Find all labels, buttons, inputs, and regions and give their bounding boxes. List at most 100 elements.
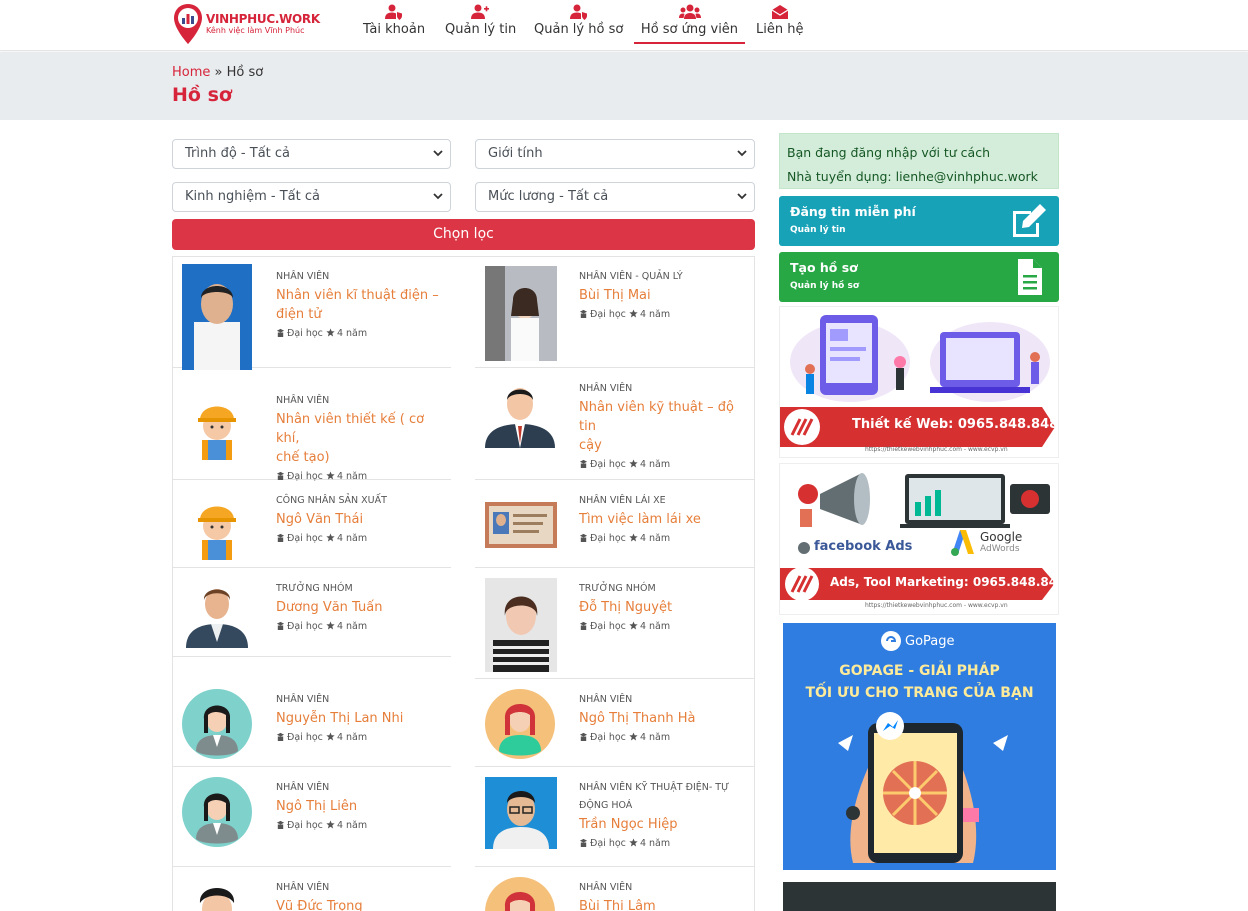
candidate-name-line: điện tử	[276, 307, 322, 322]
candidate-card[interactable]: NHÂN VIÊNVũ Đức TrọngĐại học 4 năm	[172, 867, 451, 911]
candidate-avatar[interactable]	[485, 266, 557, 361]
candidate-avatar[interactable]	[182, 390, 254, 462]
nav-ho-so-ung-vien[interactable]: Hồ sơ ứng viên	[634, 4, 745, 44]
experience-select[interactable]: Kinh nghiệm - Tất cả	[172, 182, 451, 212]
candidate-name-link[interactable]: Nhân viên kĩ thuật điện – điện tử	[276, 286, 446, 324]
post-job-button[interactable]: Đăng tin miễn phí Quản lý tin	[779, 196, 1059, 246]
web-design-illustration	[780, 315, 1058, 457]
candidate-card[interactable]: TRƯỞNG NHÓM Dương Văn Tuấn Đại học 4 năm	[172, 568, 451, 657]
graduation-icon	[276, 328, 285, 337]
candidate-name-link[interactable]: Trần Ngọc Hiệp	[579, 815, 749, 834]
candidate-info: NHÂN VIÊN KỸ THUẬT ĐIỆN- TỰ ĐỘNG HOÁ Trần…	[579, 779, 749, 849]
candidate-name-line: chế tạo)	[276, 450, 330, 465]
candidate-card[interactable]: NHÂN VIÊN Nhân viên kĩ thuật điện – điện t…	[172, 256, 451, 370]
candidate-role: NHÂN VIÊN	[276, 395, 330, 406]
candidate-name-link[interactable]: Tìm việc làm lái xe	[579, 510, 749, 529]
candidate-meta: Đại học 4 năm	[276, 732, 446, 743]
star-icon	[326, 820, 335, 829]
candidate-card[interactable]: CÔNG NHÂN SẢN XUẤT Ngô Văn Thái Đại học 4 …	[172, 480, 451, 568]
candidate-name-link[interactable]: Nguyễn Thị Lan Nhi	[276, 709, 446, 728]
candidate-card[interactable]: NHÂN VIÊN Ngô Thị Thanh Hà Đại học 4 năm	[475, 679, 755, 767]
candidate-avatar[interactable]	[182, 490, 254, 562]
breadcrumb-current: Hồ sơ	[226, 65, 264, 80]
candidate-info: NHÂN VIÊN Nhân viên kĩ thuật điện – điện t…	[276, 268, 446, 339]
candidate-card[interactable]: TRƯỞNG NHÓM Đỗ Thị Nguyệt Đại học 4 năm	[475, 568, 755, 679]
site-logo[interactable]: VINHPHUC.WORK Kênh việc làm Vĩnh Phúc	[172, 3, 320, 45]
gender-select-value: Giới tính	[488, 146, 543, 161]
candidate-name-link[interactable]: Bùi Thị Mai	[579, 286, 749, 305]
candidate-card[interactable]: NHÂN VIÊNBùi Thị LâmĐại học 4 năm	[475, 867, 755, 911]
candidate-education: Đại học	[287, 820, 323, 831]
candidate-card[interactable]: NHÂN VIÊN Nhân viên thiết kế ( cơ khí, chế…	[172, 380, 451, 482]
education-select[interactable]: Trình độ - Tất cả	[172, 139, 451, 169]
candidate-avatar[interactable]	[182, 777, 254, 849]
candidate-name-link[interactable]: Ngô Thị Thanh Hà	[579, 709, 749, 728]
candidate-avatar[interactable]	[182, 578, 254, 650]
candidate-name-link[interactable]: Vũ Đức Trọng	[276, 897, 446, 911]
candidate-info: TRƯỞNG NHÓM Dương Văn Tuấn Đại học 4 năm	[276, 580, 446, 632]
candidate-card[interactable]: NHÂN VIÊN Nhân viên kỹ thuật – độ tin cậy Đ…	[475, 368, 755, 480]
nav-tai-khoan[interactable]: Tài khoản	[363, 4, 425, 44]
filter-submit-button[interactable]: Chọn lọc	[172, 219, 755, 250]
gender-select[interactable]: Giới tính	[475, 139, 755, 169]
nav-quan-ly-tin[interactable]: Quản lý tin	[445, 4, 516, 44]
user-shield-icon	[569, 4, 587, 20]
chevron-down-icon	[433, 193, 443, 200]
candidate-name-link[interactable]: Dương Văn Tuấn	[276, 598, 446, 617]
nav-lien-he[interactable]: Liên hệ	[756, 4, 803, 44]
candidate-education: Đại học	[590, 838, 626, 849]
candidate-role: TRƯỞNG NHÓM	[579, 583, 656, 594]
gopage-headline-2: TỐI ƯU CHO TRANG CỦA BẠN	[805, 685, 1034, 701]
gopage-ad-banner[interactable]: GoPage GOPAGE - GIẢI PHÁP TỐI ƯU CHO TRA…	[783, 623, 1056, 870]
candidate-experience: 4 năm	[639, 459, 671, 470]
candidate-name-line: Vũ Đức Trọng	[276, 899, 363, 911]
candidate-name-link[interactable]: Ngô Thị Liên	[276, 797, 446, 816]
graduation-icon	[276, 820, 285, 829]
candidate-card[interactable]: NHÂN VIÊN Nguyễn Thị Lan Nhi Đại học 4 năm	[172, 679, 451, 767]
candidate-avatar[interactable]	[485, 490, 557, 562]
candidate-name-link[interactable]: Ngô Văn Thái	[276, 510, 446, 529]
candidate-info: NHÂN VIÊN Nguyễn Thị Lan Nhi Đại học 4 năm	[276, 691, 446, 743]
nav-label: Tài khoản	[363, 22, 426, 37]
candidate-name-line: Nhân viên kĩ thuật điện –	[276, 288, 439, 303]
graduation-icon	[276, 621, 285, 630]
candidate-card[interactable]: NHÂN VIÊN - QUẢN LÝ Bùi Thị Mai Đại học 4 …	[475, 256, 755, 368]
candidate-role: NHÂN VIÊN - QUẢN LÝ	[579, 271, 683, 282]
candidate-card[interactable]: NHÂN VIÊN Ngô Thị Liên Đại học 4 năm	[172, 767, 451, 867]
candidate-avatar[interactable]	[182, 877, 254, 911]
candidate-avatar[interactable]	[485, 378, 557, 450]
candidate-experience: 4 năm	[639, 732, 671, 743]
marketing-ad-banner[interactable]: facebook Ads Google AdWords Ads, Tool Ma…	[779, 463, 1059, 615]
web-design-ad-banner[interactable]: Thiết kế Web: 0965.848.848 https://thiet…	[779, 306, 1059, 458]
candidate-meta: Đại học 4 năm	[579, 459, 749, 470]
candidate-name-link[interactable]: Bùi Thị Lâm	[579, 897, 749, 911]
candidate-avatar[interactable]	[485, 777, 557, 849]
candidate-avatar[interactable]	[182, 264, 254, 370]
candidate-name-line: Đỗ Thị Nguyệt	[579, 600, 673, 615]
create-profile-button[interactable]: Tạo hồ sơ Quản lý hồ sơ	[779, 252, 1059, 302]
candidate-name-line: Tìm việc làm lái xe	[579, 512, 701, 527]
candidate-meta: Đại học 4 năm	[579, 732, 749, 743]
post-job-title: Đăng tin miễn phí	[790, 204, 916, 219]
file-text-icon	[1018, 259, 1042, 295]
candidate-name-link[interactable]: Đỗ Thị Nguyệt	[579, 598, 749, 617]
nav-quan-ly-ho-so[interactable]: Quản lý hồ sơ	[534, 4, 623, 44]
candidate-info: CÔNG NHÂN SẢN XUẤT Ngô Văn Thái Đại học 4 …	[276, 492, 446, 544]
candidate-avatar[interactable]	[485, 689, 557, 761]
candidate-avatar[interactable]	[182, 689, 254, 761]
candidate-card[interactable]: NHÂN VIÊN LÁI XE Tìm việc làm lái xe Đại h…	[475, 480, 755, 568]
candidate-name-link[interactable]: Nhân viên thiết kế ( cơ khí, chế tạo)	[276, 410, 446, 467]
brand-tagline: Kênh việc làm Vĩnh Phúc	[206, 26, 305, 35]
candidate-name-line: Nhân viên kỹ thuật – độ tin	[579, 400, 734, 434]
candidate-experience: 4 năm	[639, 309, 671, 320]
candidate-name-link[interactable]: Nhân viên kỹ thuật – độ tin cậy	[579, 398, 749, 455]
candidate-avatar[interactable]	[485, 578, 557, 672]
candidate-avatar[interactable]	[485, 877, 557, 911]
candidate-card[interactable]: NHÂN VIÊN KỸ THUẬT ĐIỆN- TỰ ĐỘNG HOÁ Trần…	[475, 767, 755, 867]
salary-select[interactable]: Mức lương - Tất cả	[475, 182, 755, 212]
candidate-experience: 4 năm	[639, 621, 671, 632]
dark-ad-banner[interactable]	[783, 882, 1056, 911]
edit-icon	[1013, 204, 1046, 237]
breadcrumb-home-link[interactable]: Home	[172, 65, 210, 80]
candidate-info: TRƯỞNG NHÓM Đỗ Thị Nguyệt Đại học 4 năm	[579, 580, 749, 632]
